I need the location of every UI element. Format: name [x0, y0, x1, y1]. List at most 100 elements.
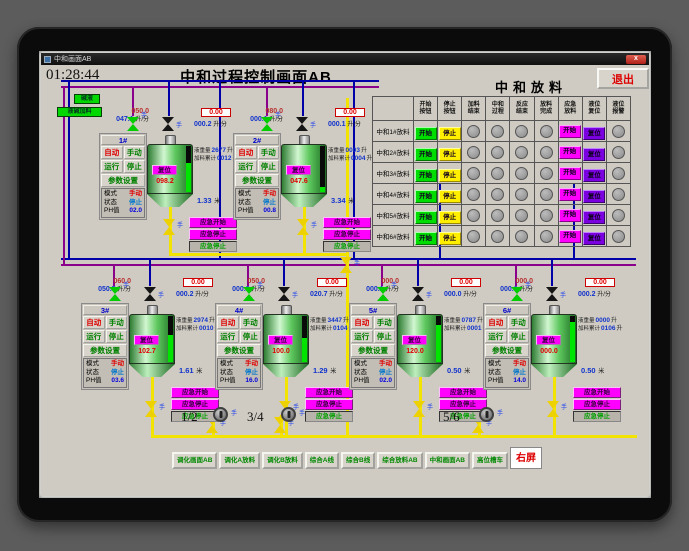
tank-reset-button[interactable]: 复位 [268, 335, 293, 345]
params-button[interactable]: 参数设置 [351, 344, 395, 357]
level-reset-button[interactable]: 复位 [583, 169, 606, 182]
start-discharge-button[interactable]: 开始 [414, 127, 437, 140]
level-reset-button[interactable]: 复位 [583, 232, 606, 245]
manual-button[interactable]: 手动 [105, 316, 127, 329]
auto-button[interactable]: 自动 [83, 316, 105, 329]
tank-reset-button[interactable]: 复位 [152, 165, 177, 175]
emergency-discharge-button[interactable]: 开始 [558, 145, 581, 159]
emergency-discharge-button[interactable]: 开始 [558, 166, 581, 180]
level-reset-button[interactable]: 复位 [583, 211, 606, 224]
tank-reset-button[interactable]: 复位 [402, 335, 427, 345]
status-indicator [611, 208, 625, 222]
tank-value: 102.7 [138, 348, 156, 355]
stop-discharge-button[interactable]: 停止 [438, 148, 461, 161]
table-row: 中和4#放料 开始 停止 开始 复位 [372, 183, 632, 205]
level-value: 3.34 米 [331, 196, 355, 205]
emergency-discharge-button[interactable]: 开始 [558, 229, 581, 243]
tank-reset-button[interactable]: 复位 [536, 335, 561, 345]
status-indicator [515, 229, 529, 243]
nav-button-8[interactable]: 高位槽车 [471, 452, 508, 469]
stop-button[interactable]: 停止 [373, 330, 395, 343]
params-button[interactable]: 参数设置 [235, 174, 279, 187]
level-reset-button[interactable]: 复位 [583, 148, 606, 161]
manual-button[interactable]: 手动 [257, 146, 279, 159]
emergency-stop-disabled-button[interactable]: 应急停止 [573, 411, 621, 422]
manual-button[interactable]: 手动 [123, 146, 145, 159]
emergency-stop-button[interactable]: 应急停止 [573, 399, 621, 410]
auto-button[interactable]: 自动 [351, 316, 373, 329]
status-indicator [611, 145, 625, 159]
nav-button-9[interactable]: 右屏 [509, 447, 542, 469]
emergency-start-button[interactable]: 应急开始 [305, 387, 353, 398]
emergency-stop-button[interactable]: 应急停止 [189, 229, 237, 240]
emergency-start-button[interactable]: 应急开始 [573, 387, 621, 398]
auto-button[interactable]: 自动 [235, 146, 257, 159]
auto-button[interactable]: 自动 [217, 316, 239, 329]
emergency-discharge-button[interactable]: 开始 [558, 208, 581, 222]
app-window: 中和画面AB x 01:28:44 中和过程控制画面AB 中和放料 退出 手 手… [41, 53, 649, 496]
emergency-start-button[interactable]: 应急开始 [171, 387, 219, 398]
status-indicator [515, 145, 529, 159]
close-icon[interactable]: x [626, 54, 646, 64]
tank-nozzle [414, 305, 426, 314]
params-button[interactable]: 参数设置 [101, 174, 145, 187]
nav-button-3[interactable]: 调化B放料 [262, 452, 303, 469]
tank-nozzle [298, 135, 310, 144]
inlet-valve-black-icon [546, 287, 558, 301]
run-button[interactable]: 运行 [351, 330, 373, 343]
level-gauge [302, 316, 307, 362]
start-discharge-button[interactable]: 开始 [414, 148, 437, 161]
stop-button[interactable]: 停止 [239, 330, 261, 343]
stop-button[interactable]: 停止 [123, 160, 145, 173]
manual-button[interactable]: 手动 [507, 316, 529, 329]
nav-button-2[interactable]: 调化A放料 [219, 452, 261, 469]
emergency-stop-disabled-button[interactable]: 应急停止 [189, 241, 237, 252]
start-discharge-button[interactable]: 开始 [414, 190, 437, 203]
run-button[interactable]: 运行 [101, 160, 123, 173]
emergency-discharge-button[interactable]: 开始 [558, 187, 581, 201]
run-button[interactable]: 运行 [83, 330, 105, 343]
manual-button[interactable]: 手动 [239, 316, 261, 329]
emergency-stop-disabled-button[interactable]: 应急停止 [323, 241, 371, 252]
run-button[interactable]: 运行 [235, 160, 257, 173]
stop-button[interactable]: 停止 [257, 160, 279, 173]
stop-discharge-button[interactable]: 停止 [438, 169, 461, 182]
tank-graphic: 复位 100.0 [263, 305, 309, 377]
nav-button-7[interactable]: 中和画面AB [424, 452, 470, 469]
start-discharge-button[interactable]: 开始 [414, 211, 437, 224]
params-button[interactable]: 参数设置 [83, 344, 127, 357]
tank-reset-button[interactable]: 复位 [286, 165, 311, 175]
emergency-stop-button[interactable]: 应急停止 [305, 399, 353, 410]
emergency-stop-button[interactable]: 应急停止 [323, 229, 371, 240]
emergency-stop-disabled-button[interactable]: 应急停止 [305, 411, 353, 422]
level-reset-button[interactable]: 复位 [583, 190, 606, 203]
nav-button-1[interactable]: 调化画面AB [172, 452, 218, 469]
manual-button[interactable]: 手动 [373, 316, 395, 329]
emergency-start-button[interactable]: 应急开始 [439, 387, 487, 398]
status-indicator [491, 145, 505, 159]
run-button[interactable]: 运行 [485, 330, 507, 343]
auto-button[interactable]: 自动 [485, 316, 507, 329]
nav-button-6[interactable]: 综合放料AB [377, 452, 423, 469]
run-button[interactable]: 运行 [217, 330, 239, 343]
start-discharge-button[interactable]: 开始 [414, 232, 437, 245]
params-button[interactable]: 参数设置 [485, 344, 529, 357]
emergency-start-button[interactable]: 应急开始 [323, 217, 371, 228]
manual-tag: 手 [123, 283, 130, 289]
level-reset-button[interactable]: 复位 [583, 127, 606, 140]
params-button[interactable]: 参数设置 [217, 344, 261, 357]
nav-button-5[interactable]: 综合B线 [341, 452, 376, 469]
nav-button-4[interactable]: 综合A线 [304, 452, 339, 469]
auto-button[interactable]: 自动 [101, 146, 123, 159]
emergency-start-button[interactable]: 应急开始 [189, 217, 237, 228]
stop-discharge-button[interactable]: 停止 [438, 127, 461, 140]
stop-discharge-button[interactable]: 停止 [438, 211, 461, 224]
stop-discharge-button[interactable]: 停止 [438, 232, 461, 245]
stop-discharge-button[interactable]: 停止 [438, 190, 461, 203]
start-discharge-button[interactable]: 开始 [414, 169, 437, 182]
stop-button[interactable]: 停止 [507, 330, 529, 343]
emergency-discharge-button[interactable]: 开始 [558, 124, 581, 138]
stop-button[interactable]: 停止 [105, 330, 127, 343]
tank-reset-button[interactable]: 复位 [134, 335, 159, 345]
exit-button[interactable]: 退出 [597, 68, 649, 89]
